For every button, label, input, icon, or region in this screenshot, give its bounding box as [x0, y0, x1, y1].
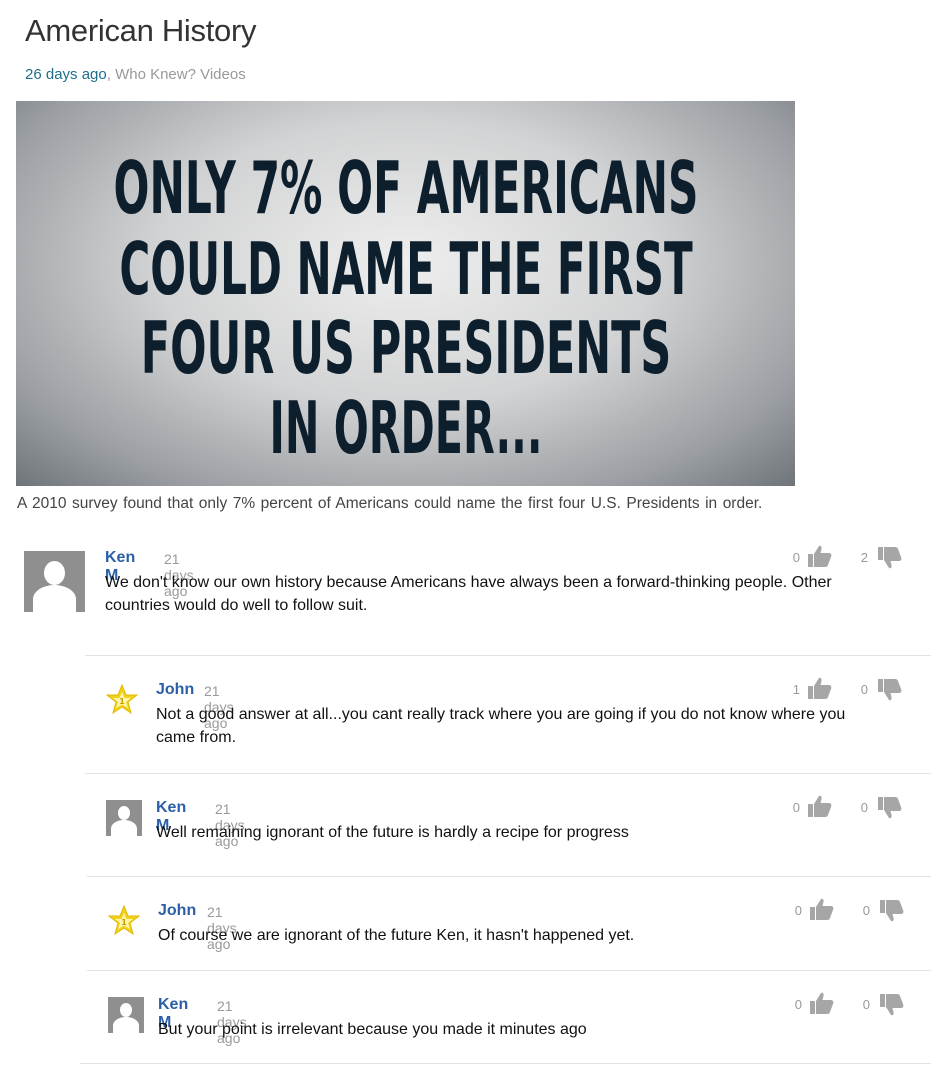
- thumbs-down-icon[interactable]: [876, 546, 903, 570]
- article-date-link[interactable]: 26 days ago: [25, 66, 107, 83]
- person-avatar-icon[interactable]: [106, 800, 142, 836]
- comment-text: Of course we are ignorant of the future …: [158, 924, 918, 947]
- comment-text-line: came from.: [156, 729, 237, 746]
- image-text-line-4: IN ORDER...: [270, 387, 543, 471]
- person-avatar-icon[interactable]: [24, 551, 85, 612]
- comment-text: We don't know our own history because Am…: [105, 571, 905, 617]
- image-text-line-1: ONLY 7% OF AMERICANS: [113, 147, 698, 231]
- comment-text-line: countries would do well to follow suit.: [105, 597, 368, 614]
- comment-text-line: But your point is irrelevant because you…: [158, 1021, 587, 1038]
- star-avatar-icon[interactable]: 1: [106, 684, 138, 718]
- comment-author[interactable]: John: [158, 902, 196, 920]
- downvote-count: 0: [862, 997, 870, 1012]
- comment-author[interactable]: John: [156, 681, 194, 699]
- upvote-count: 0: [792, 800, 800, 815]
- thumbs-up-icon[interactable]: [808, 897, 835, 921]
- comment-text-line: Of course we are ignorant of the future …: [158, 927, 635, 944]
- downvote-count: 0: [862, 903, 870, 918]
- article-image[interactable]: ONLY 7% OF AMERICANS COULD NAME THE FIRS…: [16, 101, 795, 486]
- downvote-count: 2: [860, 550, 868, 565]
- thumbs-down-icon[interactable]: [876, 678, 903, 702]
- svg-text:1: 1: [121, 918, 127, 927]
- thumbs-down-icon[interactable]: [876, 796, 903, 820]
- thumbs-up-icon[interactable]: [806, 544, 833, 568]
- svg-text:1: 1: [119, 697, 125, 706]
- comment-divider: [87, 970, 931, 971]
- comment-text-line: Well remaining ignorant of the future is…: [156, 824, 629, 841]
- thumbs-up-icon[interactable]: [808, 991, 835, 1015]
- comment-divider: [87, 876, 931, 877]
- downvote-count: 0: [860, 800, 868, 815]
- upvote-count: 0: [794, 997, 802, 1012]
- article-meta: 26 days ago, Who Knew? Videos: [25, 66, 246, 83]
- comment-text-line: Not a good answer at all...you cant real…: [156, 706, 846, 723]
- star-avatar-icon[interactable]: 1: [108, 905, 140, 939]
- comment-text-line: We don't know our own history because Am…: [105, 574, 832, 591]
- thumbs-up-icon[interactable]: [806, 676, 833, 700]
- image-text-line-2: COULD NAME THE FIRST: [119, 228, 692, 312]
- article-title: American History: [25, 13, 257, 48]
- meta-separator: ,: [106, 66, 111, 83]
- thumbs-up-icon[interactable]: [806, 794, 833, 818]
- image-text-line-3: FOUR US PRESIDENTS: [141, 307, 671, 391]
- comment-divider: [85, 655, 931, 656]
- comment-text: But your point is irrelevant because you…: [158, 1018, 918, 1041]
- downvote-count: 0: [860, 682, 868, 697]
- upvote-count: 0: [794, 903, 802, 918]
- comment-divider: [85, 773, 931, 774]
- thumbs-down-icon[interactable]: [878, 993, 905, 1017]
- person-avatar-icon[interactable]: [108, 997, 144, 1033]
- comment-divider: [80, 1063, 931, 1064]
- comment-text: Not a good answer at all...you cant real…: [156, 703, 916, 749]
- article-caption: A 2010 survey found that only 7% percent…: [17, 495, 763, 512]
- article-category-link[interactable]: Who Knew? Videos: [115, 66, 246, 83]
- upvote-count: 0: [792, 550, 800, 565]
- thumbs-down-icon[interactable]: [878, 899, 905, 923]
- upvote-count: 1: [792, 682, 800, 697]
- comment-text: Well remaining ignorant of the future is…: [156, 821, 916, 844]
